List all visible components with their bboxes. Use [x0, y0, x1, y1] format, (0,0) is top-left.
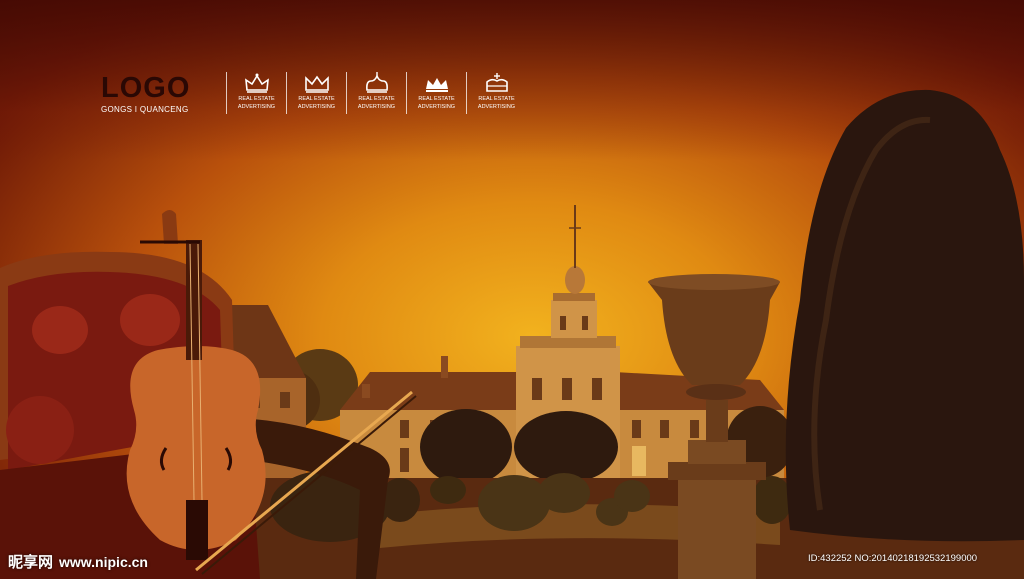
badge-line2: ADVERTISING — [477, 104, 516, 110]
crown-icon — [304, 75, 329, 93]
badge-line1: REAL ESTATE — [358, 96, 395, 102]
site-watermark: 昵享网 www.nipic.cn — [8, 551, 148, 572]
badge-item: REAL ESTATE ADVERTISING — [226, 72, 286, 114]
badge-line2: ADVERTISING — [357, 104, 396, 110]
logo-text: LOGO — [101, 72, 191, 104]
badge-line1: REAL ESTATE — [418, 96, 455, 102]
crown-icon — [425, 78, 448, 92]
badge-line2: ADVERTISING — [237, 104, 276, 110]
image-id-watermark: ID:432252 NO:20140218192532199000 — [808, 553, 978, 564]
badge-item: REAL ESTATE ADVERTISING — [286, 72, 346, 114]
site-url: www.nipic.cn — [59, 554, 148, 570]
crown-icon — [244, 73, 269, 93]
logo-block: LOGO GONGS I QUANCENG — [101, 73, 211, 114]
badge-line1: REAL ESTATE — [238, 96, 275, 102]
badge-line1: REAL ESTATE — [298, 96, 335, 102]
crown-icon — [485, 73, 508, 92]
badge-line1: REAL ESTATE — [478, 96, 515, 102]
badge-item: REAL ESTATE ADVERTISING — [406, 72, 466, 114]
site-name: 昵享网 — [8, 554, 54, 571]
badge-item: REAL ESTATE ADVERTISING — [346, 72, 406, 114]
poster-scene: LOGO GONGS I QUANCENG REAL ESTATE ADVERT… — [0, 0, 1024, 579]
cypress-tree — [785, 89, 1024, 542]
logo-subtitle: GONGS I QUANCENG — [101, 105, 189, 114]
badge-line2: ADVERTISING — [417, 104, 456, 110]
badge-line2: ADVERTISING — [297, 104, 336, 110]
badge-item: REAL ESTATE ADVERTISING — [466, 72, 526, 114]
badge-row: REAL ESTATE ADVERTISING REAL ESTATE ADVE… — [226, 72, 526, 114]
crown-icon — [365, 72, 388, 93]
